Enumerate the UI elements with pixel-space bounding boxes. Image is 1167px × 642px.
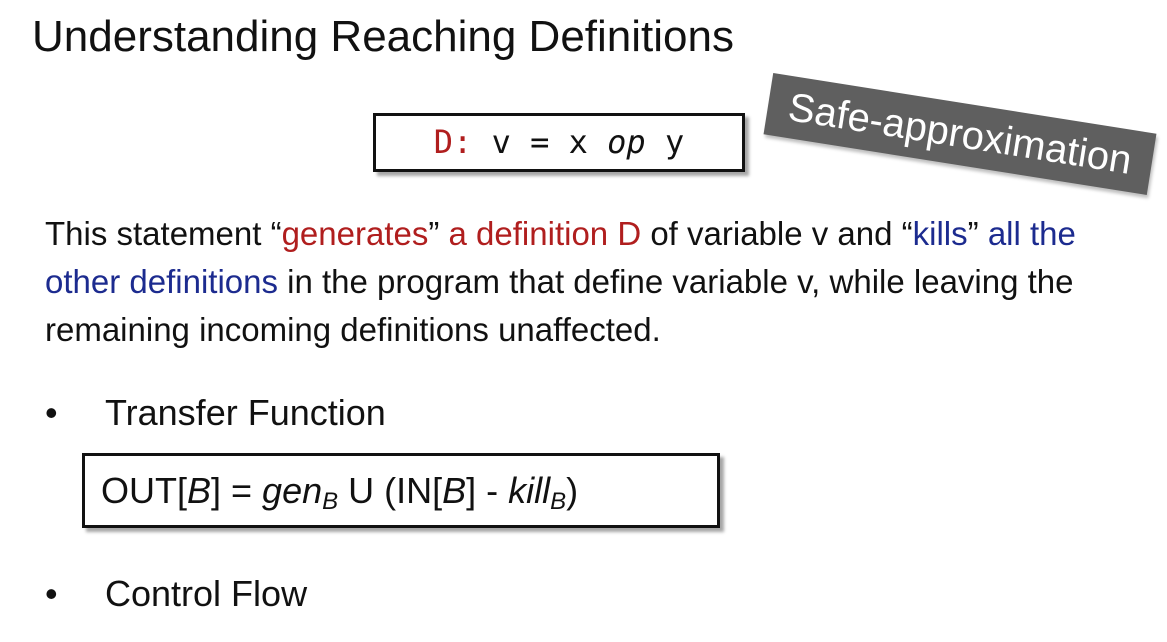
formula-kill-subscript: B — [550, 488, 567, 515]
bullet-control-flow: • Control Flow — [45, 572, 307, 616]
code-y: y — [664, 123, 685, 161]
formula-union-in: U (IN[ — [338, 470, 443, 511]
formula-equals: ] = — [211, 470, 263, 511]
code-lhs: v — [491, 123, 511, 161]
bullet-label: Transfer Function — [105, 392, 386, 433]
slide-title: Understanding Reaching Definitions — [32, 12, 734, 61]
bullet-transfer-function: • Transfer Function — [45, 391, 386, 435]
safe-approximation-stamp: Safe-approximation — [763, 73, 1157, 195]
code-equals: = — [530, 123, 550, 161]
definition-d-term: a definition D — [448, 215, 642, 252]
explanation-paragraph: This statement “generates” a definition … — [45, 210, 1145, 354]
kills-term: kills — [912, 215, 968, 252]
transfer-function-formula: OUT[B] = genB U (IN[B] - killB) — [82, 453, 720, 528]
generates-term: generates — [281, 215, 429, 252]
bullet-marker: • — [45, 573, 58, 614]
formula-kill: kill — [508, 470, 551, 511]
formula-gen-subscript: B — [322, 488, 339, 515]
para-text-3: of variable v and “ — [641, 215, 913, 252]
formula-b: B — [442, 470, 467, 511]
code-op: op — [607, 123, 646, 161]
statement-code-box: D: v = x op y — [373, 113, 745, 172]
formula-gen: gen — [262, 470, 323, 511]
para-text-4: ” — [967, 215, 988, 252]
para-text-2: ” — [428, 215, 449, 252]
formula-out: OUT[ — [101, 470, 187, 511]
formula-minus: ] - — [466, 470, 509, 511]
code-x: x — [568, 123, 588, 161]
bullet-label: Control Flow — [105, 573, 308, 614]
bullet-marker: • — [45, 392, 58, 433]
formula-close-paren: ) — [566, 470, 579, 511]
definition-label: D: — [433, 123, 473, 161]
formula-b: B — [187, 470, 212, 511]
para-text-1: This statement “ — [45, 215, 282, 252]
